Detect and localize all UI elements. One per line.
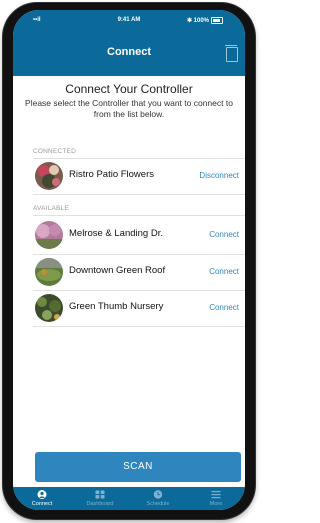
controller-name: Melrose & Landing Dr. <box>69 228 163 239</box>
tab-label: Dashboard <box>86 501 114 507</box>
page-title: Connect <box>107 46 151 58</box>
intro-description: Please select the Controller that you wa… <box>25 98 233 119</box>
list-item-available[interactable]: Downtown Green Roof Connect <box>33 255 245 289</box>
list-item-available[interactable]: Green Thumb Nursery Connect <box>33 291 245 325</box>
tab-schedule[interactable]: Schedule <box>129 487 187 510</box>
section-label-available: AVAILABLE <box>33 205 69 212</box>
tab-label: Schedule <box>146 501 170 507</box>
controller-name: Downtown Green Roof <box>69 265 166 276</box>
trash-icon[interactable] <box>225 45 238 62</box>
scan-button[interactable]: SCAN <box>35 452 241 482</box>
clock-icon <box>153 490 163 499</box>
connect-button[interactable]: Connect <box>209 267 239 276</box>
grid-icon <box>95 490 105 499</box>
section-label-connected: CONNECTED <box>33 148 76 155</box>
list-item-available[interactable]: Melrose & Landing Dr. Connect <box>33 218 245 252</box>
nav-bar: Connect <box>13 32 245 76</box>
status-bar: ••il ︎ 9:41 AM ✱ 100% <box>13 10 245 32</box>
divider <box>33 215 245 216</box>
controller-avatar <box>35 294 63 322</box>
battery-status: ✱ 100% <box>187 17 223 24</box>
disconnect-button[interactable]: Disconnect <box>199 171 239 180</box>
controller-avatar <box>35 258 63 286</box>
battery-percent: 100% <box>193 18 209 25</box>
phone-frame: ••il ︎ 9:41 AM ✱ 100% Connect Connect Yo… <box>3 3 255 519</box>
bluetooth-icon: ✱ <box>186 18 194 25</box>
controller-name: Green Thumb Nursery <box>69 301 164 312</box>
divider <box>33 326 245 327</box>
connect-button[interactable]: Connect <box>209 303 239 312</box>
tab-label: More <box>209 501 223 507</box>
controller-name: Ristro Patio Flowers <box>69 169 154 180</box>
intro-section: Connect Your Controller Please select th… <box>13 82 245 120</box>
controller-avatar <box>35 162 63 190</box>
user-icon <box>37 490 47 499</box>
tab-dashboard[interactable]: Dashboard <box>71 487 129 510</box>
controller-avatar <box>35 221 63 249</box>
menu-icon <box>211 491 221 499</box>
app-screen: ••il ︎ 9:41 AM ✱ 100% Connect Connect Yo… <box>13 10 245 510</box>
tab-connect[interactable]: Connect <box>13 487 71 510</box>
list-item-connected[interactable]: Ristro Patio Flowers Disconnect <box>33 159 245 193</box>
tab-bar: Connect Dashboard Schedule More <box>13 487 245 510</box>
connect-button[interactable]: Connect <box>209 230 239 239</box>
tab-more[interactable]: More <box>187 487 245 510</box>
intro-heading: Connect Your Controller <box>65 82 193 96</box>
battery-icon <box>211 17 223 24</box>
tab-label: Connect <box>31 501 53 507</box>
divider <box>33 194 245 195</box>
